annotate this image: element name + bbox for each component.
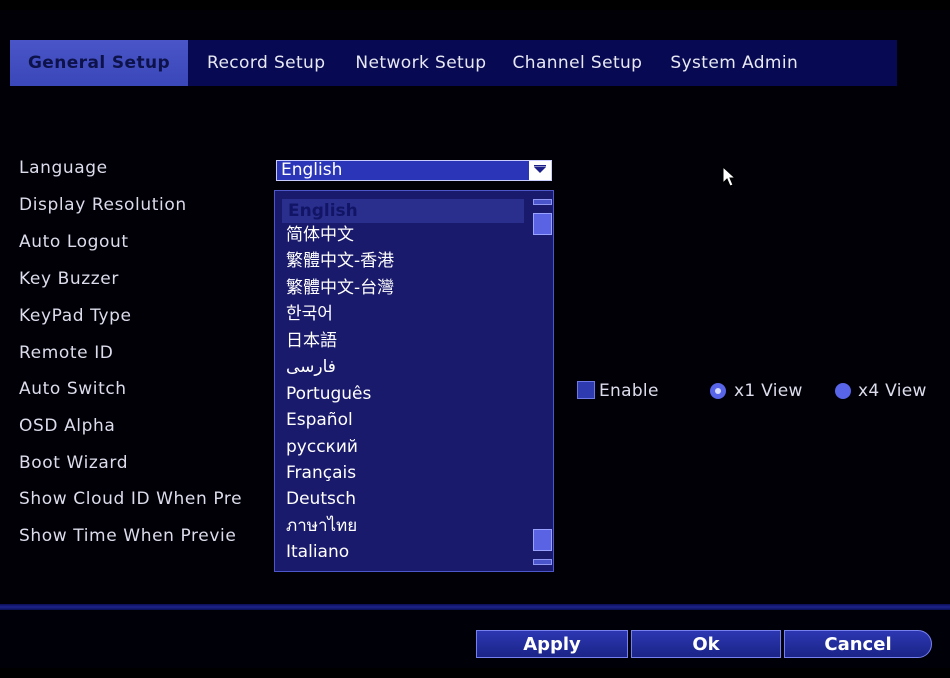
dvr-general-setup-screen: General Setup Record Setup Network Setup… <box>0 0 950 678</box>
view-x4-radio[interactable] <box>835 383 851 399</box>
language-dropdown-list[interactable]: English 简体中文 繁體中文-香港 繁體中文-台灣 한국어 日本語 فار… <box>274 190 554 572</box>
key-buzzer-label: Key Buzzer <box>19 269 119 289</box>
scroll-lower-thumb[interactable] <box>533 529 552 551</box>
keypad-type-label: KeyPad Type <box>19 306 132 326</box>
language-option-thai[interactable]: ภาษาไทย <box>286 514 526 538</box>
view-x1-radio[interactable] <box>710 383 726 399</box>
auto-logout-label: Auto Logout <box>19 232 129 252</box>
bottom-bezel <box>0 668 950 678</box>
language-option-german[interactable]: Deutsch <box>286 487 526 511</box>
language-list-scrollbar[interactable] <box>531 197 552 565</box>
language-option-french[interactable]: Français <box>286 461 526 485</box>
language-option-japanese[interactable]: 日本語 <box>286 329 526 353</box>
auto-switch-enable-checkbox[interactable] <box>577 381 595 399</box>
scroll-down-button[interactable] <box>533 559 552 565</box>
language-select[interactable]: English <box>276 160 552 181</box>
language-option-persian[interactable]: فارسی <box>286 355 526 379</box>
language-option-traditional-chinese-tw[interactable]: 繁體中文-台灣 <box>286 276 526 300</box>
tab-system-admin[interactable]: System Admin <box>656 40 808 86</box>
ok-button[interactable]: Ok <box>631 630 781 658</box>
chevron-down-icon[interactable] <box>529 161 551 180</box>
boot-wizard-label: Boot Wizard <box>19 453 129 473</box>
tab-network-setup[interactable]: Network Setup <box>340 40 498 86</box>
show-time-label: Show Time When Previe <box>19 526 237 546</box>
language-option-korean[interactable]: 한국어 <box>286 302 526 326</box>
osd-alpha-label: OSD Alpha <box>19 416 116 436</box>
language-select-value: English <box>281 160 343 180</box>
top-bezel <box>0 0 950 10</box>
view-x4-label: x4 View <box>858 381 927 401</box>
display-resolution-label: Display Resolution <box>19 195 187 215</box>
mouse-pointer-icon <box>722 165 738 188</box>
enable-label: Enable <box>599 381 659 401</box>
tab-channel-setup[interactable]: Channel Setup <box>499 40 657 86</box>
auto-switch-label: Auto Switch <box>19 379 127 399</box>
language-option-simplified-chinese[interactable]: 简体中文 <box>286 223 526 247</box>
language-option-traditional-chinese-hk[interactable]: 繁體中文-香港 <box>286 249 526 273</box>
language-option-english[interactable]: English <box>282 199 524 223</box>
view-x1-label: x1 View <box>734 381 803 401</box>
cancel-button[interactable]: Cancel <box>784 630 932 658</box>
tab-general-setup[interactable]: General Setup <box>10 40 188 86</box>
scroll-up-button[interactable] <box>533 199 552 205</box>
language-option-russian[interactable]: русский <box>286 435 526 459</box>
language-option-portuguese[interactable]: Português <box>286 382 526 406</box>
scroll-upper-thumb[interactable] <box>533 213 552 235</box>
language-label: Language <box>19 158 108 178</box>
language-option-italian[interactable]: Italiano <box>286 540 526 564</box>
apply-button[interactable]: Apply <box>476 630 628 658</box>
language-option-spanish[interactable]: Español <box>286 408 526 432</box>
tab-record-setup[interactable]: Record Setup <box>188 40 340 86</box>
show-cloud-id-label: Show Cloud ID When Pre <box>19 489 243 509</box>
remote-id-label: Remote ID <box>19 343 114 363</box>
tab-bar: General Setup Record Setup Network Setup… <box>10 40 897 86</box>
